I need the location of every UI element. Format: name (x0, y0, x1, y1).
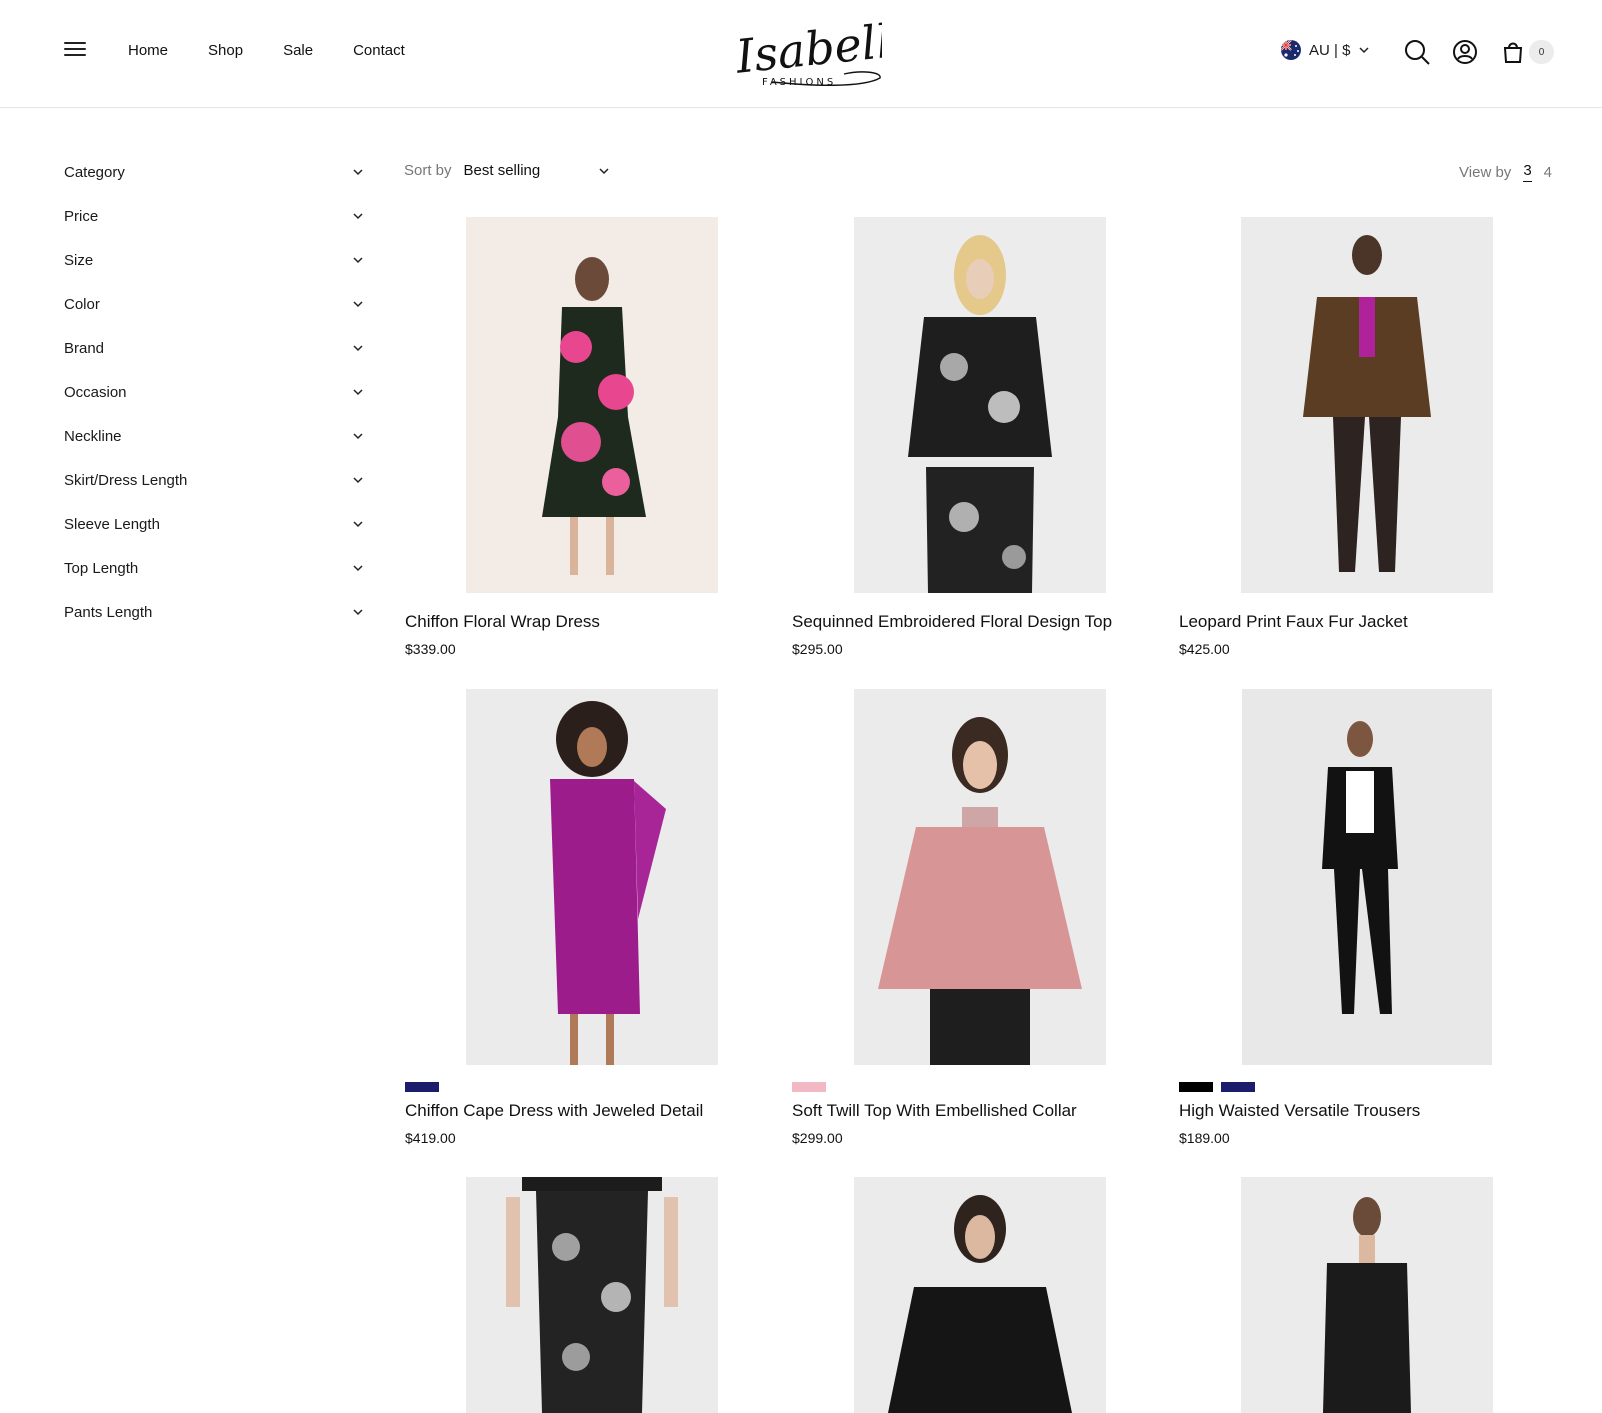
chevron-down-icon[interactable] (598, 165, 610, 177)
search-icon[interactable] (1403, 38, 1431, 66)
chevron-down-icon (353, 521, 363, 528)
product-image[interactable] (466, 689, 718, 1065)
color-swatch[interactable] (1221, 1082, 1255, 1092)
sort-select[interactable]: Best selling (464, 162, 598, 179)
account-icon[interactable] (1451, 38, 1479, 66)
product-price: $295.00 (792, 641, 843, 657)
product-image[interactable] (1241, 217, 1493, 593)
product-name[interactable]: High Waisted Versatile Trousers (1179, 1101, 1420, 1121)
filter-label: Neckline (64, 427, 122, 445)
nav-link-home[interactable]: Home (128, 42, 168, 59)
filter-price[interactable]: Price (64, 194, 366, 238)
view-option-3[interactable]: 3 (1523, 162, 1532, 182)
product-price: $339.00 (405, 641, 456, 657)
filter-size[interactable]: Size (64, 238, 366, 282)
product-price: $189.00 (1179, 1130, 1230, 1146)
product-image[interactable] (466, 1177, 718, 1413)
brand-logo-mark: Isabella FASHIONS (732, 11, 920, 88)
chevron-down-icon (1359, 47, 1369, 54)
product-price: $425.00 (1179, 641, 1230, 657)
color-swatches (405, 1082, 439, 1092)
filter-label: Occasion (64, 383, 127, 401)
view-by-control: View by 3 4 (1459, 162, 1552, 182)
chevron-down-icon (353, 389, 363, 396)
product-image[interactable] (854, 1177, 1106, 1413)
filter-label: Sleeve Length (64, 515, 160, 533)
filter-neckline[interactable]: Neckline (64, 414, 366, 458)
product-image[interactable] (854, 217, 1106, 593)
product-name[interactable]: Sequinned Embroidered Floral Design Top (792, 612, 1112, 632)
product-price: $419.00 (405, 1130, 456, 1146)
nav-link-shop[interactable]: Shop (208, 42, 243, 59)
product-name[interactable]: Chiffon Cape Dress with Jeweled Detail (405, 1101, 703, 1121)
filter-label: Category (64, 163, 125, 181)
product-image[interactable] (466, 217, 718, 593)
product-name[interactable]: Soft Twill Top With Embellished Collar (792, 1101, 1077, 1121)
locale-label: AU | $ (1309, 41, 1351, 59)
sort-label: Sort by (404, 162, 452, 179)
color-swatch[interactable] (1179, 1082, 1213, 1092)
color-swatch[interactable] (792, 1082, 826, 1092)
sort-bar: Sort by Best selling (404, 162, 610, 179)
filter-label: Color (64, 295, 100, 313)
view-option-4[interactable]: 4 (1544, 164, 1552, 181)
product-image[interactable] (854, 689, 1106, 1065)
filter-occasion[interactable]: Occasion (64, 370, 366, 414)
australia-flag-icon (1281, 40, 1301, 60)
color-swatches (1179, 1082, 1255, 1092)
color-swatches (792, 1082, 826, 1092)
chevron-down-icon (353, 345, 363, 352)
filter-label: Pants Length (64, 603, 153, 621)
filter-label: Skirt/Dress Length (64, 471, 188, 489)
chevron-down-icon (353, 565, 363, 572)
chevron-down-icon (353, 301, 363, 308)
chevron-down-icon (353, 169, 363, 176)
logo-script-text: Isabella (732, 12, 882, 84)
color-swatch[interactable] (405, 1082, 439, 1092)
chevron-down-icon (353, 257, 363, 264)
product-name[interactable]: Chiffon Floral Wrap Dress (405, 612, 600, 632)
filter-skirt-dress-length[interactable]: Skirt/Dress Length (64, 458, 366, 502)
product-price: $299.00 (792, 1130, 843, 1146)
filter-pants-length[interactable]: Pants Length (64, 590, 366, 634)
cart-count-badge[interactable]: 0 (1529, 40, 1554, 64)
nav-link-sale[interactable]: Sale (283, 42, 313, 59)
nav-link-contact[interactable]: Contact (353, 42, 405, 59)
product-image[interactable] (1242, 689, 1492, 1065)
menu-icon[interactable] (64, 42, 86, 60)
view-by-label: View by (1459, 163, 1512, 181)
filter-sidebar: Category Price Size Color Brand Occasion… (64, 150, 366, 634)
filter-label: Top Length (64, 559, 139, 577)
brand-logo[interactable]: Isabella FASHIONS (732, 11, 920, 92)
cart-icon[interactable] (1499, 38, 1527, 66)
filter-color[interactable]: Color (64, 282, 366, 326)
product-image[interactable] (1241, 1177, 1493, 1413)
chevron-down-icon (353, 433, 363, 440)
chevron-down-icon (353, 213, 363, 220)
filter-label: Brand (64, 339, 105, 357)
chevron-down-icon (353, 477, 363, 484)
filter-category[interactable]: Category (64, 150, 366, 194)
product-name[interactable]: Leopard Print Faux Fur Jacket (1179, 612, 1408, 632)
site-header: Home Shop Sale Contact Isabella FASHIONS (0, 0, 1602, 108)
filter-brand[interactable]: Brand (64, 326, 366, 370)
logo-sub-text: FASHIONS (762, 77, 836, 88)
chevron-down-icon (353, 609, 363, 616)
filter-label: Size (64, 251, 94, 269)
filter-top-length[interactable]: Top Length (64, 546, 366, 590)
locale-selector[interactable]: AU | $ (1281, 40, 1370, 60)
filter-sleeve-length[interactable]: Sleeve Length (64, 502, 366, 546)
main-nav: Home Shop Sale Contact (128, 42, 445, 59)
filter-label: Price (64, 207, 99, 225)
